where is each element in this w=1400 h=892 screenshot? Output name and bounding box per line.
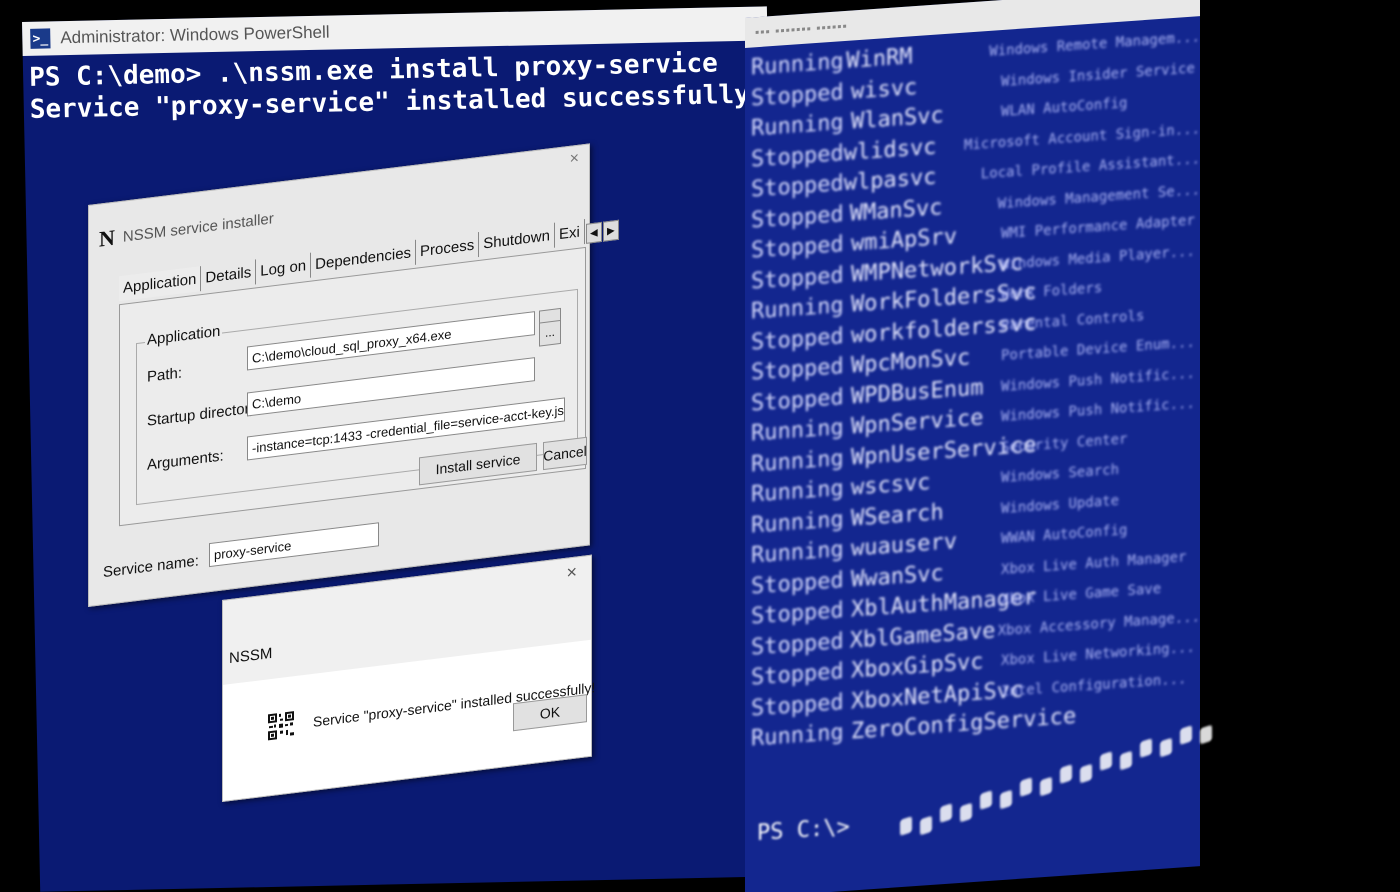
tab-scroll-left-icon[interactable]: ◀ <box>585 221 602 244</box>
photo-of-monitor: >_ Administrator: Windows PowerShell PS … <box>0 0 1400 892</box>
powershell-icon: >_ <box>30 28 51 49</box>
taskbar-icon[interactable] <box>920 815 932 836</box>
service-status: Running <box>751 720 844 752</box>
tab-exit-actions[interactable]: Exi <box>554 219 585 248</box>
taskbar-icon[interactable] <box>1060 764 1072 785</box>
tab-scroll-right-icon[interactable]: ▶ <box>602 219 619 242</box>
taskbar-icon[interactable] <box>1020 777 1032 798</box>
taskbar-icon[interactable] <box>960 802 972 823</box>
close-icon[interactable]: × <box>570 150 579 169</box>
powershell-title: Administrator: Windows PowerShell <box>60 22 330 48</box>
application-group-label: Application <box>145 322 223 350</box>
taskbar-icon[interactable] <box>1080 763 1092 784</box>
taskbar-icon[interactable] <box>900 816 912 836</box>
tab-process[interactable]: Process <box>416 231 480 265</box>
installer-titlebar[interactable]: N NSSM service installer <box>99 205 274 252</box>
taskbar-icon[interactable] <box>980 790 992 811</box>
services-console-prompt: PS C:\> <box>757 814 850 847</box>
taskbar-icon[interactable] <box>1100 751 1112 772</box>
nssm-installer-dialog[interactable]: × N NSSM service installer Application D… <box>88 143 619 607</box>
taskbar-icon[interactable] <box>1200 724 1212 745</box>
path-label: Path: <box>147 364 183 386</box>
taskbar-icon[interactable] <box>1160 737 1172 758</box>
tab-log-on[interactable]: Log on <box>256 252 312 285</box>
service-name-field[interactable]: proxy-service <box>209 522 379 568</box>
tab-details[interactable]: Details <box>201 259 257 292</box>
services-console-title: ▪▪▪ ▪▪▪▪▪▪▪ ▪▪▪▪▪▪ <box>755 18 848 40</box>
close-icon[interactable]: × <box>566 561 577 583</box>
taskbar-icon[interactable] <box>1180 725 1192 746</box>
arguments-label: Arguments: <box>147 447 224 474</box>
cancel-button[interactable]: Cancel <box>543 436 587 471</box>
startup-directory-label: Startup directory: <box>147 398 262 430</box>
taskbar-icon[interactable] <box>1000 789 1012 810</box>
taskbar-icon[interactable] <box>1040 776 1052 797</box>
qr-code-icon <box>267 710 295 742</box>
startup-directory-browse-button[interactable]: ... <box>539 319 561 347</box>
nssm-logo-icon: N <box>99 224 115 252</box>
service-name-label: Service name: <box>103 552 199 582</box>
message-box-title: NSSM <box>229 644 273 668</box>
taskbar-icon[interactable] <box>1120 750 1132 771</box>
installer-title: NSSM service installer <box>122 209 274 246</box>
taskbar-icon[interactable] <box>1140 738 1152 759</box>
taskbar-icon[interactable] <box>940 803 952 824</box>
